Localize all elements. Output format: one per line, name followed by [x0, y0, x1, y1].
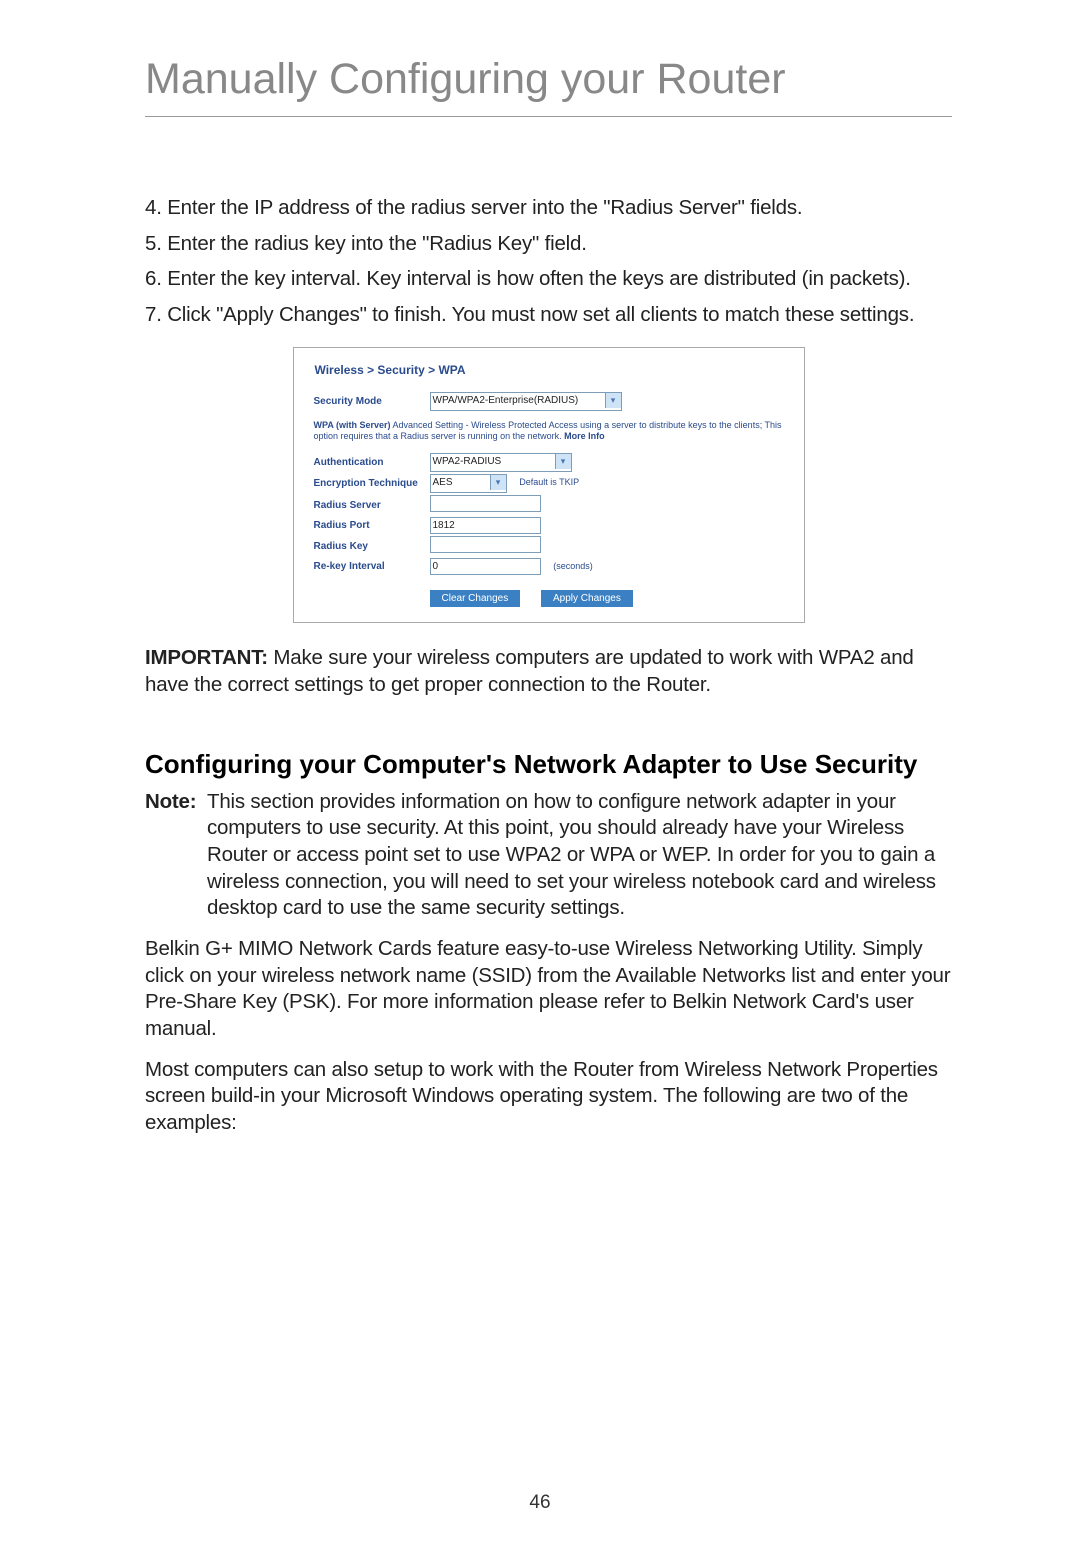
note-body: This section provides information on how…	[207, 789, 943, 922]
page-number: 46	[0, 1492, 1080, 1514]
document-page: Manually Configuring your Router 4. Ente…	[0, 0, 1080, 1542]
belkin-paragraph: Belkin G+ MIMO Network Cards feature eas…	[145, 936, 952, 1043]
step-item: 7. Click "Apply Changes" to finish. You …	[145, 302, 952, 329]
authentication-label: Authentication	[314, 452, 429, 473]
title-divider	[145, 116, 952, 117]
radius-key-label: Radius Key	[314, 535, 429, 557]
chevron-down-icon: ▾	[490, 475, 506, 490]
step-item: 4. Enter the IP address of the radius se…	[145, 195, 952, 222]
breadcrumb: Wireless > Security > WPA	[314, 362, 784, 391]
radius-port-input[interactable]: 1812	[430, 517, 541, 534]
note-block: Note:This section provides information o…	[145, 789, 952, 922]
authentication-select[interactable]: WPA2-RADIUS ▾	[430, 453, 572, 472]
encryption-label: Encryption Technique	[314, 473, 429, 494]
rekey-unit: (seconds)	[543, 561, 593, 571]
chevron-down-icon: ▾	[605, 393, 621, 408]
apply-changes-button[interactable]: Apply Changes	[541, 590, 633, 607]
encryption-value: AES	[433, 477, 453, 488]
step-item: 6. Enter the key interval. Key interval …	[145, 266, 952, 293]
security-mode-select[interactable]: WPA/WPA2-Enterprise(RADIUS) ▾	[430, 392, 622, 411]
page-title: Manually Configuring your Router	[145, 55, 952, 104]
radius-server-input[interactable]	[430, 495, 541, 512]
note-label: Note:	[145, 789, 207, 816]
section-heading: Configuring your Computer's Network Adap…	[145, 748, 952, 781]
authentication-value: WPA2-RADIUS	[433, 456, 502, 467]
clear-changes-button[interactable]: Clear Changes	[430, 590, 521, 607]
radius-key-input[interactable]	[430, 536, 541, 553]
security-mode-label: Security Mode	[314, 391, 429, 412]
radius-server-label: Radius Server	[314, 494, 429, 516]
rekey-interval-input[interactable]: 0	[430, 558, 541, 575]
rekey-interval-label: Re-key Interval	[314, 557, 429, 576]
router-ui-panel: Wireless > Security > WPA Security Mode …	[293, 347, 805, 624]
encryption-select[interactable]: AES ▾	[430, 474, 507, 493]
step-item: 5. Enter the radius key into the "Radius…	[145, 231, 952, 258]
chevron-down-icon: ▾	[555, 454, 571, 469]
steps-list: 4. Enter the IP address of the radius se…	[145, 195, 952, 329]
important-label: IMPORTANT:	[145, 646, 268, 669]
wpa-note-bold: WPA (with Server)	[314, 420, 391, 430]
more-info-link[interactable]: More Info	[564, 431, 605, 441]
important-paragraph: IMPORTANT: Make sure your wireless compu…	[145, 645, 952, 698]
wpa-server-note: WPA (with Server) Advanced Setting - Wir…	[314, 412, 784, 453]
encryption-default-note: Default is TKIP	[509, 477, 579, 487]
most-computers-paragraph: Most computers can also setup to work wi…	[145, 1057, 952, 1137]
security-mode-value: WPA/WPA2-Enterprise(RADIUS)	[433, 395, 579, 406]
radius-port-label: Radius Port	[314, 516, 429, 535]
